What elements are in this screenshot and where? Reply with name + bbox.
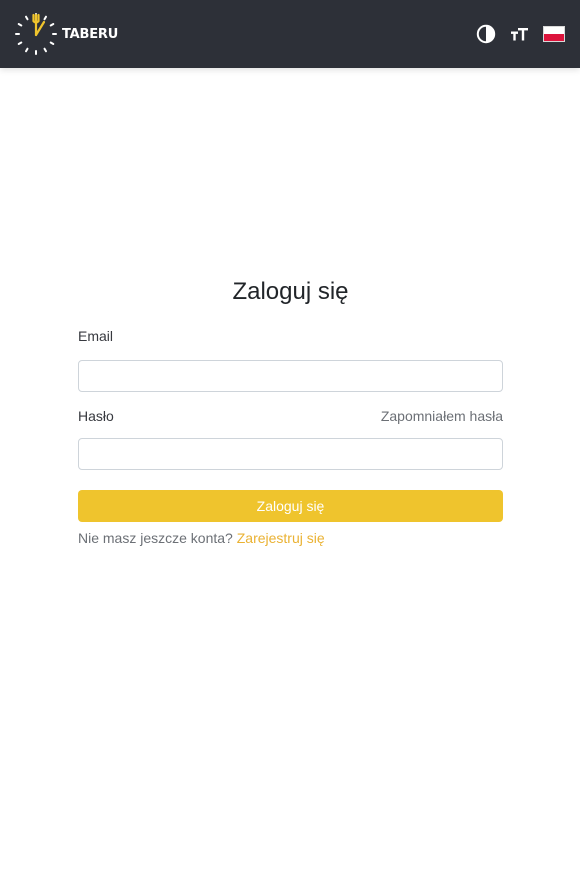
no-account-text: Nie masz jeszcze konta?: [78, 530, 233, 546]
contrast-icon: [476, 24, 496, 44]
text-size-icon: [511, 28, 528, 41]
header-actions: [464, 22, 566, 46]
register-prompt: Nie masz jeszcze konta? Zarejestruj się: [78, 528, 503, 548]
login-button[interactable]: Zaloguj się: [78, 490, 503, 522]
poland-flag-icon: [543, 26, 565, 42]
register-link[interactable]: Zarejestruj się: [237, 530, 325, 546]
navbar: TABERU: [0, 0, 580, 68]
page-title: Zaloguj się: [232, 278, 349, 305]
brand-name: TABERU: [62, 26, 119, 42]
password-field[interactable]: [78, 438, 503, 470]
theme-toggle-button[interactable]: [474, 22, 498, 46]
login-form: Zaloguj się Email Hasło Zapomniałem hasł…: [78, 272, 503, 548]
brand-logo[interactable]: TABERU: [14, 10, 118, 58]
font-size-button[interactable]: [508, 22, 532, 46]
language-button[interactable]: [542, 22, 566, 46]
forgot-password-link[interactable]: Zapomniałem hasła: [381, 408, 503, 424]
email-label: Email: [78, 328, 114, 344]
email-field[interactable]: [78, 360, 503, 392]
password-label: Hasło: [78, 408, 114, 424]
clock-fork-icon: [15, 13, 57, 55]
